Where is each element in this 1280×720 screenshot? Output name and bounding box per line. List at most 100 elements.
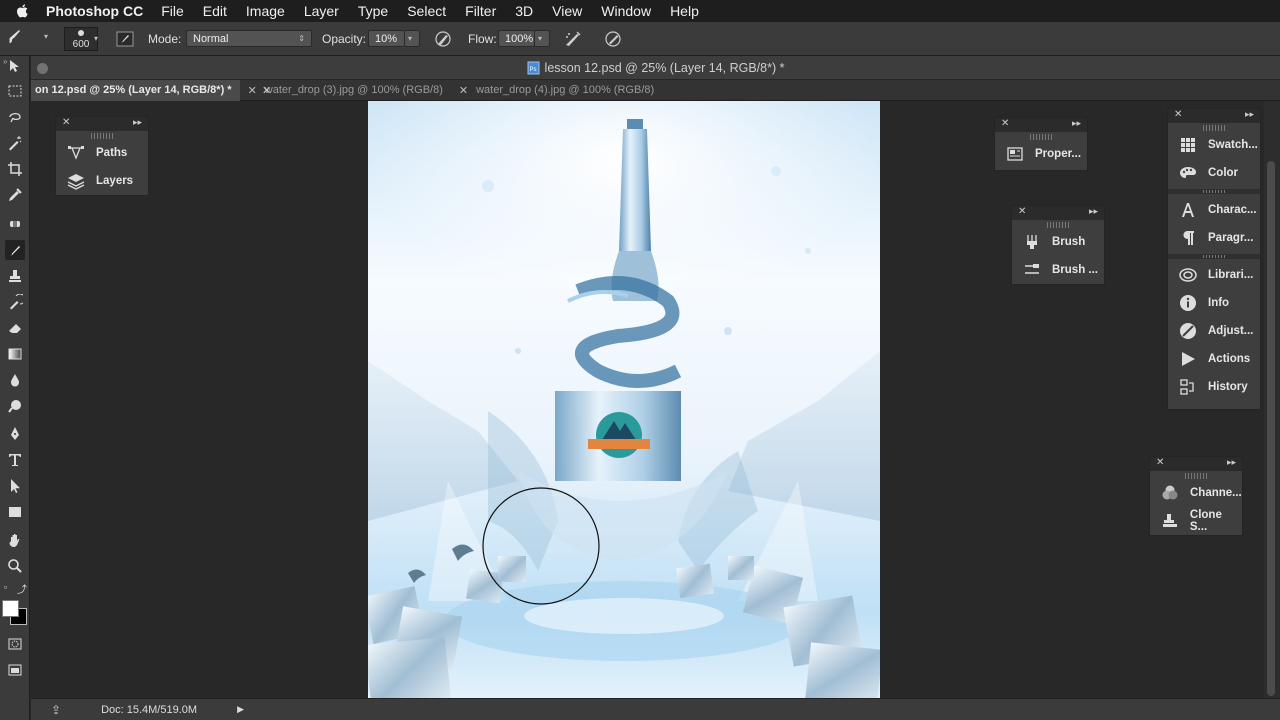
apple-logo-icon[interactable] (14, 3, 32, 19)
menu-window[interactable]: Window (601, 3, 651, 19)
panel-item-clone-source[interactable]: Clone S... (1150, 507, 1242, 535)
panel-item-brush-presets[interactable]: Brush ... (1012, 256, 1104, 284)
flow-slider-toggle[interactable]: ▾ (534, 30, 550, 47)
healing-brush-tool[interactable] (5, 214, 25, 234)
brush-size-picker[interactable]: 600 (64, 27, 98, 51)
menu-select[interactable]: Select (407, 3, 446, 19)
menu-3d[interactable]: 3D (515, 3, 533, 19)
panel-item-channels[interactable]: Channe... (1150, 479, 1242, 507)
close-icon[interactable]: ✕ (1174, 109, 1182, 120)
history-brush-tool[interactable] (5, 292, 25, 312)
collapse-panel-icon[interactable]: ▸▸ (1089, 206, 1098, 217)
panel-item-layers[interactable]: Layers (56, 167, 148, 195)
marquee-tool[interactable] (5, 81, 25, 101)
hand-tool[interactable] (5, 530, 25, 550)
gradient-tool[interactable] (5, 344, 25, 364)
channels-icon (1160, 484, 1180, 502)
panel-item-libraries[interactable]: Librari... (1168, 261, 1260, 289)
flow-input[interactable]: 100% (498, 30, 534, 47)
history-brush-icon (10, 294, 23, 310)
lasso-tool[interactable] (5, 107, 25, 127)
panel-item-info[interactable]: Info (1168, 289, 1260, 317)
opacity-input[interactable]: 10% (368, 30, 404, 47)
menu-file[interactable]: File (161, 3, 184, 19)
brush-tool[interactable] (5, 240, 25, 260)
move-icon (10, 60, 19, 72)
eyedropper-tool[interactable] (5, 185, 25, 205)
foreground-color-swatch[interactable] (2, 600, 19, 617)
panel-item-label: Librari... (1208, 269, 1254, 281)
blend-mode-select[interactable]: Normal ⇕ (186, 30, 312, 47)
brush-size-caret[interactable]: ▾ (94, 34, 98, 43)
pen-tool[interactable] (5, 424, 25, 444)
brush-panel-toggle-icon[interactable] (116, 30, 134, 48)
menu-image[interactable]: Image (246, 3, 285, 19)
brush-size-value: 600 (72, 39, 90, 50)
vertical-scrollbar[interactable] (1264, 101, 1280, 698)
crop-icon (8, 162, 22, 176)
crop-tool[interactable] (5, 159, 25, 179)
close-icon[interactable]: ✕ (1001, 118, 1009, 129)
menu-view[interactable]: View (552, 3, 582, 19)
close-icon[interactable]: ✕ (1156, 457, 1164, 468)
close-icon[interactable]: ✕ (1018, 206, 1026, 217)
close-icon[interactable]: ✕ (459, 84, 468, 97)
scrollbar-thumb[interactable] (1267, 161, 1275, 696)
collapse-panel-icon[interactable]: ▸▸ (133, 117, 142, 128)
window-close-dot[interactable] (37, 63, 48, 74)
swap-colors-icon[interactable]: ⤴ (17, 581, 27, 596)
close-icon[interactable]: ✕ (262, 84, 271, 97)
collapse-panel-icon[interactable]: ▸▸ (1227, 457, 1236, 468)
panel-item-brush[interactable]: Brush (1012, 228, 1104, 256)
app-name-menu[interactable]: Photoshop CC (46, 3, 143, 19)
panel-item-paragraph[interactable]: Paragr... (1168, 224, 1260, 252)
document-canvas[interactable] (368, 101, 880, 700)
status-menu-arrow-icon[interactable]: ▶ (237, 704, 244, 715)
menu-filter[interactable]: Filter (465, 3, 496, 19)
tab-water-drop-4[interactable]: ✕ water_drop (4).jpg @ 100% (RGB/8) (451, 80, 662, 101)
collapse-panel-icon[interactable]: ▸▸ (1245, 109, 1254, 120)
panel-divider[interactable] (1168, 254, 1260, 259)
menu-layer[interactable]: Layer (304, 3, 339, 19)
pressure-opacity-icon[interactable] (434, 30, 452, 48)
tab-water-drop-3[interactable]: ✕ water_drop (3).jpg @ 100% (RGB/8) (240, 80, 451, 101)
panel-item-adjustments[interactable]: Adjust... (1168, 317, 1260, 345)
close-icon[interactable]: ✕ (248, 84, 257, 97)
pressure-size-icon[interactable] (604, 30, 622, 48)
panel-item-actions[interactable]: Actions (1168, 345, 1260, 373)
type-tool[interactable] (5, 450, 25, 470)
panel-item-color[interactable]: Color (1168, 159, 1260, 187)
move-tool[interactable] (5, 56, 25, 76)
default-colors-icon[interactable]: ▫ (4, 582, 7, 592)
panel-item-history[interactable]: History (1168, 373, 1260, 401)
panel-item-properties[interactable]: Proper... (995, 140, 1087, 168)
panel-item-paths[interactable]: Paths (56, 139, 148, 167)
panel-divider[interactable] (1168, 189, 1260, 194)
menu-help[interactable]: Help (670, 3, 699, 19)
panel-header: ✕ ▸▸ (1168, 109, 1260, 123)
screen-mode-button[interactable] (5, 660, 25, 680)
quick-mask-button[interactable] (5, 634, 25, 654)
tab-lesson-12[interactable]: on 12.psd @ 25% (Layer 14, RGB/8*) * (31, 79, 240, 101)
doc-size-info[interactable]: Doc: 15.4M/519.0M (101, 704, 197, 716)
tool-preset-picker[interactable]: ▾ (0, 22, 48, 56)
panel-item-swatches[interactable]: Swatch... (1168, 131, 1260, 159)
menu-type[interactable]: Type (358, 3, 388, 19)
collapse-panel-icon[interactable]: ▸▸ (1072, 118, 1081, 129)
airbrush-icon[interactable] (564, 30, 582, 48)
rectangle-tool[interactable] (5, 502, 25, 522)
eraser-tool[interactable] (5, 318, 25, 338)
clone-stamp-tool[interactable] (5, 266, 25, 286)
panel-item-character[interactable]: Charac... (1168, 196, 1260, 224)
close-icon[interactable]: ✕ (62, 117, 70, 128)
panel-item-label: Paths (96, 147, 128, 159)
blur-tool[interactable] (5, 370, 25, 390)
dodge-tool[interactable] (5, 396, 25, 416)
share-icon[interactable]: ⇪ (51, 703, 61, 717)
opacity-slider-toggle[interactable]: ▾ (404, 30, 420, 47)
zoom-tool[interactable] (5, 556, 25, 576)
chevron-updown-icon: ⇕ (298, 34, 305, 43)
menu-edit[interactable]: Edit (203, 3, 227, 19)
path-selection-tool[interactable] (5, 476, 25, 496)
quick-selection-tool[interactable] (5, 133, 25, 153)
